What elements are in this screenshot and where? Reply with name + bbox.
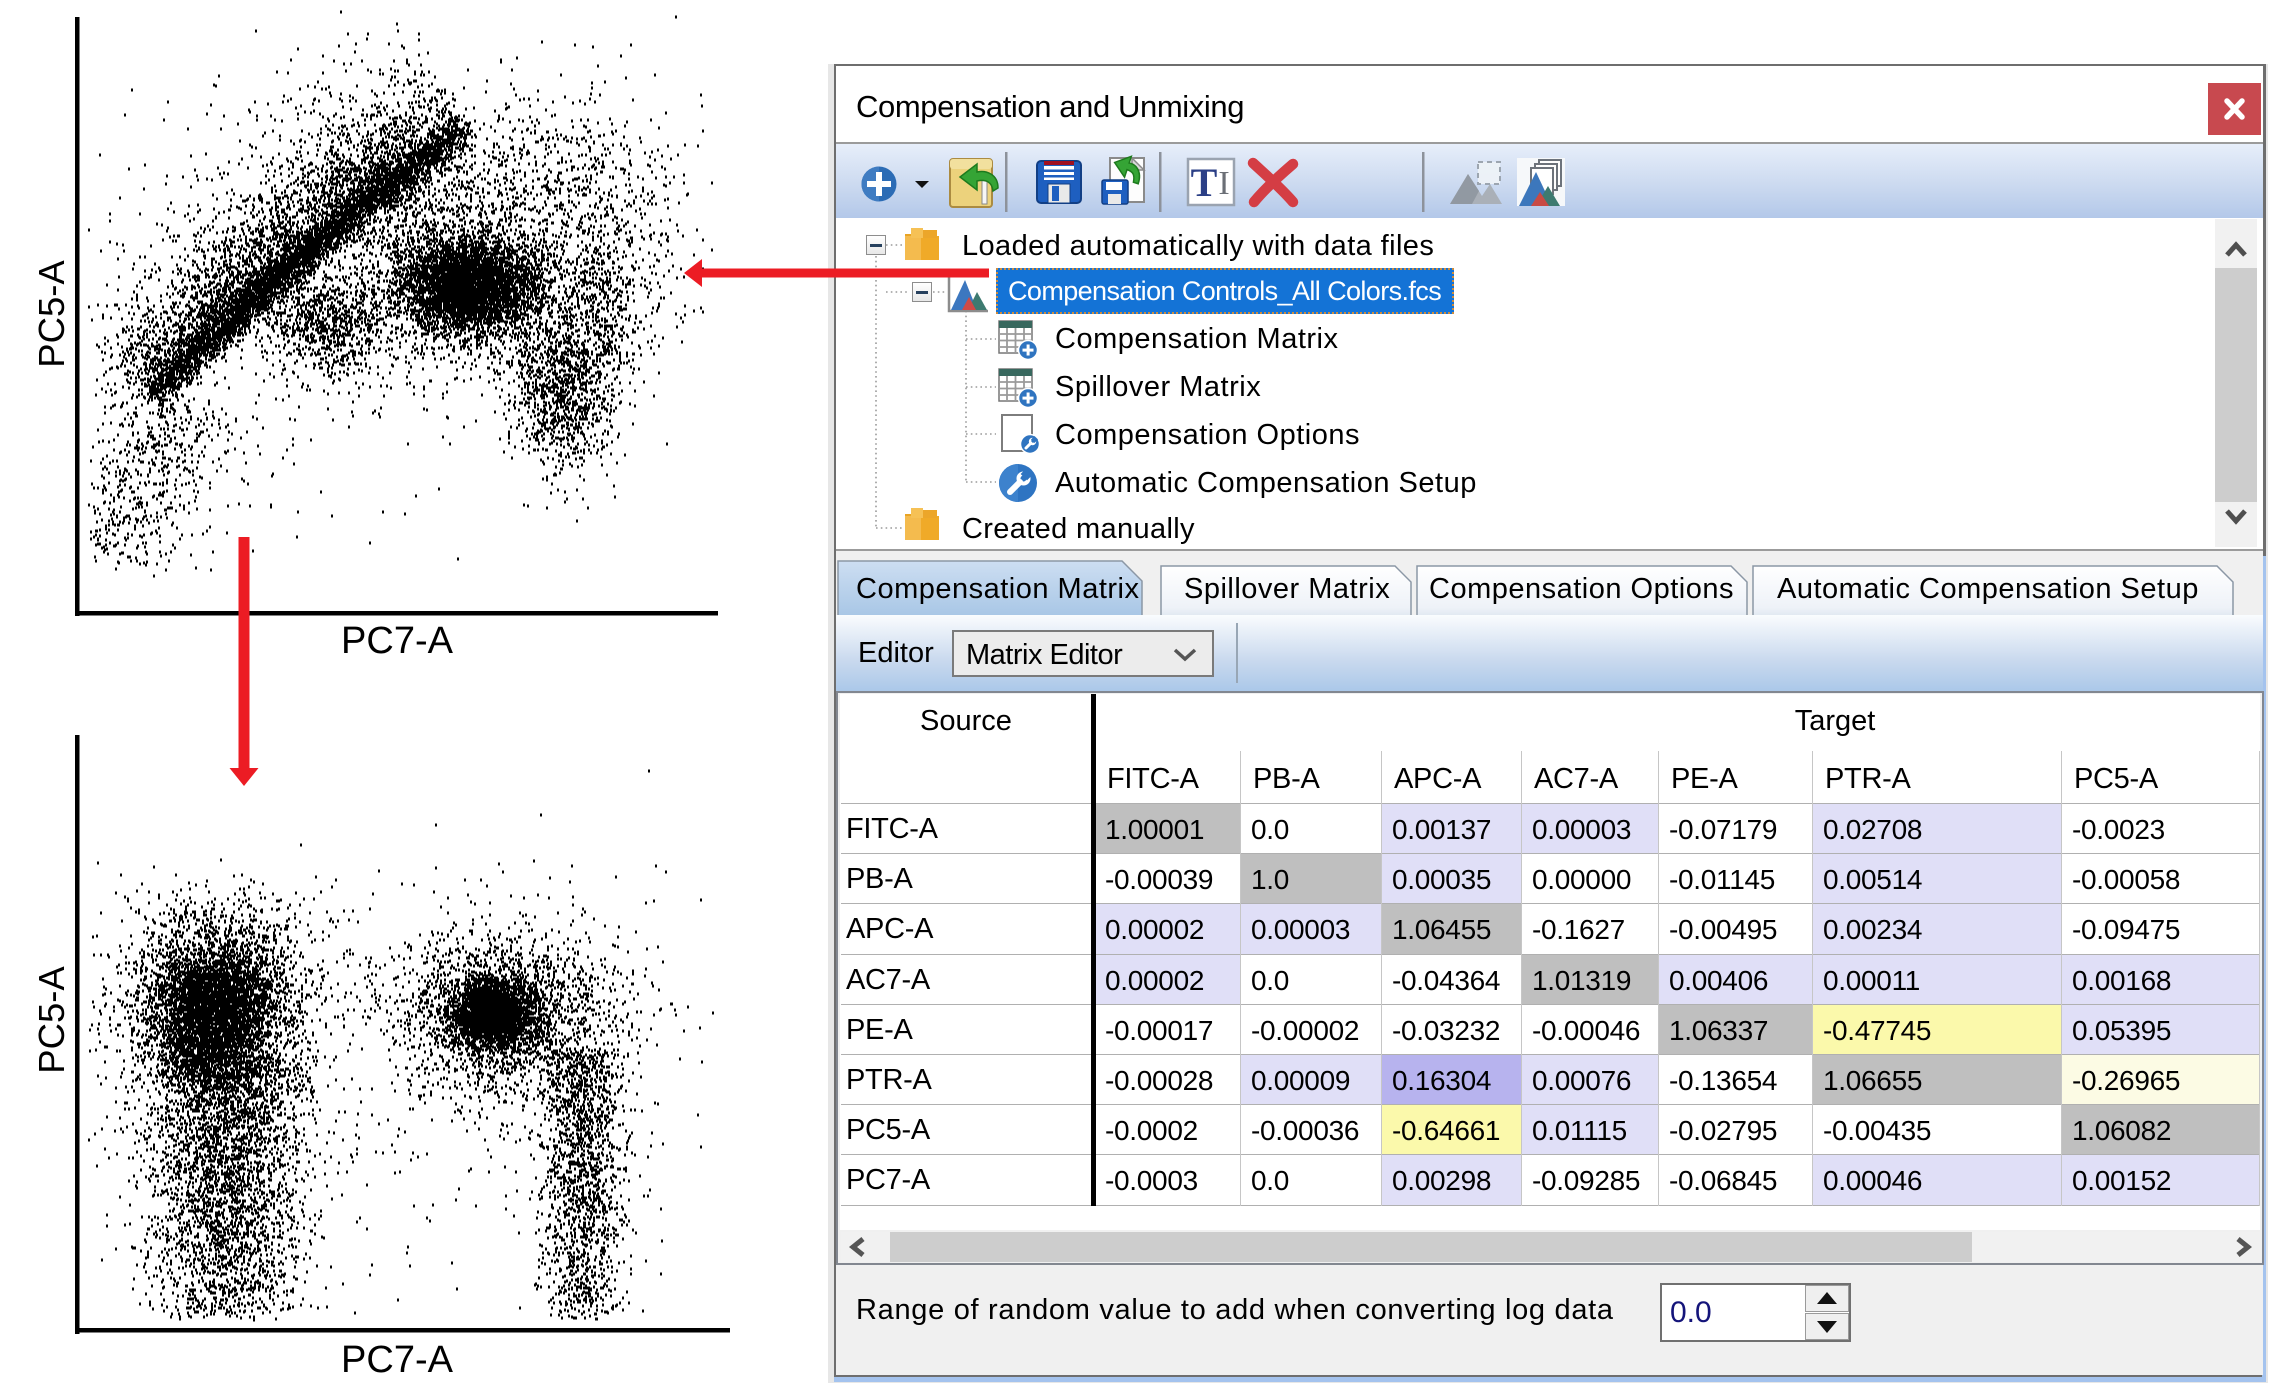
svg-text:T: T	[1191, 160, 1218, 205]
svg-text:PC5-A: PC5-A	[31, 966, 72, 1074]
svg-text:I: I	[1218, 165, 1229, 202]
svg-text:PC7-A: PC7-A	[341, 1339, 454, 1381]
